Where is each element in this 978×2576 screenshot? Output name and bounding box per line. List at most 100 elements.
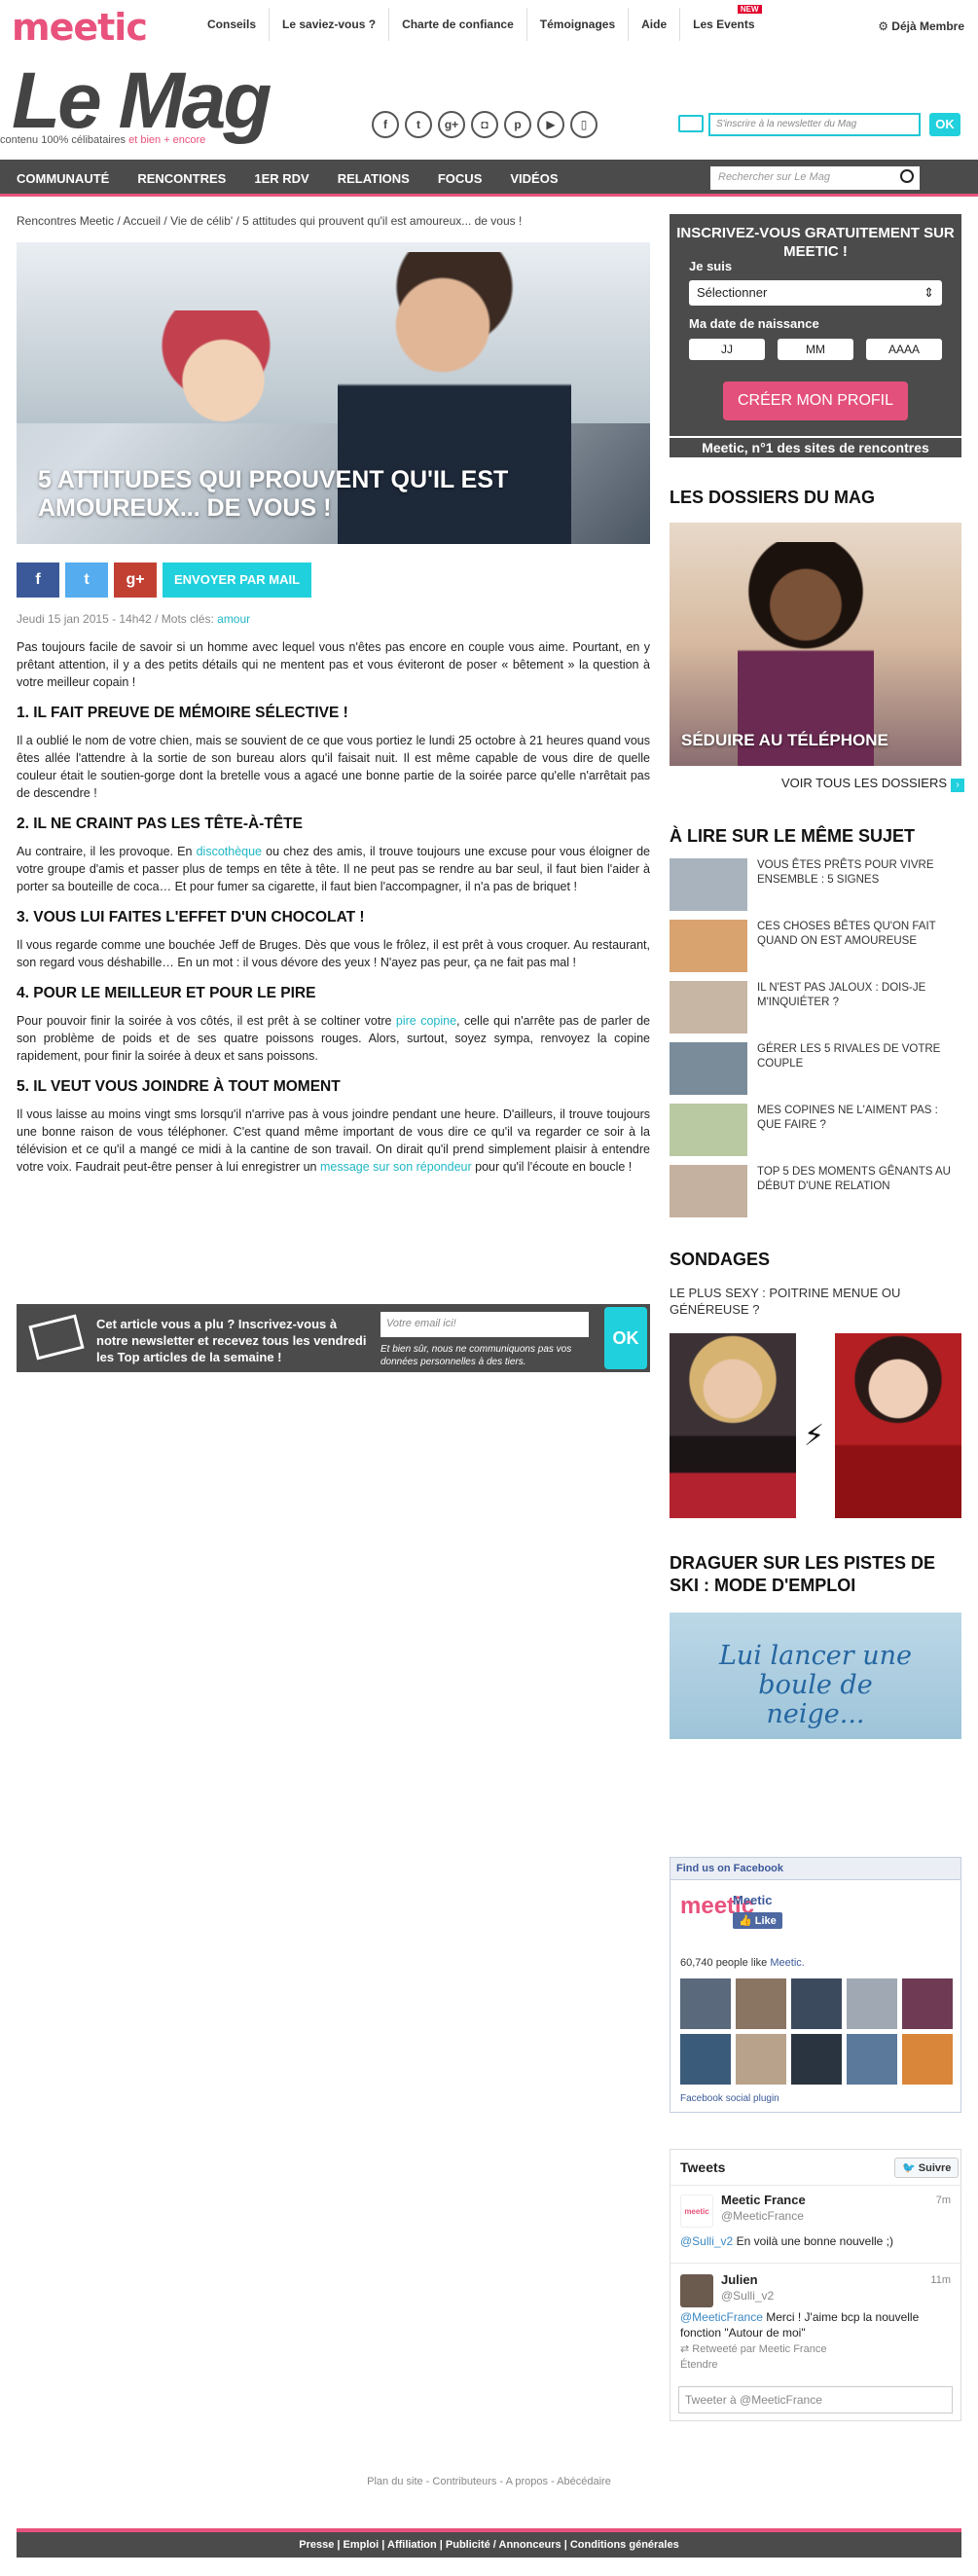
tweet2-retweet: ⇄ Retweeté par Meetic France: [680, 2342, 826, 2355]
share-facebook-icon[interactable]: f: [17, 562, 59, 598]
topnav-aide[interactable]: Aide: [628, 8, 679, 41]
envelope-icon: [678, 115, 704, 132]
repondeur-link[interactable]: message sur son répondeur: [320, 1160, 472, 1174]
section-text-5: Il vous laisse au moins vingt sms lorsqu…: [17, 1106, 650, 1176]
nav-rencontres[interactable]: RENCONTRES: [137, 160, 240, 186]
birth-month-input[interactable]: MM: [778, 339, 853, 360]
section-text-2a: Au contraire, il les provoque. En: [17, 845, 193, 858]
list-item[interactable]: TOP 5 DES MOMENTS GÊNANTS AU DÉBUT D'UNE…: [670, 1165, 961, 1226]
related-thumb: [670, 1042, 747, 1095]
poll-option-b-image[interactable]: [835, 1333, 961, 1518]
ski-image-text: Lui lancer une boule de neige...: [718, 1641, 912, 1729]
twitter-bird-icon: 🐦: [902, 2162, 919, 2174]
tweet1-time[interactable]: 7m: [936, 2195, 951, 2206]
member-login-link[interactable]: ⚙ Déjà Membre: [878, 19, 964, 33]
lemag-logo[interactable]: Le Mag: [12, 61, 272, 141]
ski-image[interactable]: Lui lancer une boule de neige...: [670, 1613, 961, 1739]
top-nav: Conseils Le saviez-vous ? Charte de conf…: [195, 5, 768, 41]
fan-avatar[interactable]: [736, 1978, 786, 2029]
youtube-icon[interactable]: ▶: [537, 111, 564, 138]
list-item[interactable]: IL N'EST PAS JALOUX : DOIS-JE M'INQUIÉTE…: [670, 981, 961, 1042]
newsletter-ok-button[interactable]: OK: [929, 113, 960, 136]
julien-avatar[interactable]: [680, 2274, 713, 2307]
list-item[interactable]: CES CHOSES BÊTES QU'ON FAIT QUAND ON EST…: [670, 920, 961, 981]
facebook-like-button[interactable]: 👍 Like: [733, 1912, 782, 1929]
create-profile-button[interactable]: CRÉER MON PROFIL: [723, 381, 908, 420]
fan-avatar[interactable]: [791, 1978, 842, 2029]
birthdate-label: Ma date de naissance: [689, 316, 819, 331]
tweet2-mention[interactable]: @MeeticFrance: [680, 2310, 763, 2324]
topnav-events[interactable]: Les Events NEW: [679, 5, 767, 41]
twitter-icon[interactable]: t: [405, 111, 432, 138]
share-google-plus-icon[interactable]: g+: [114, 562, 157, 598]
mobile-icon[interactable]: ▯: [570, 111, 598, 138]
list-item[interactable]: GÉRER LES 5 RIVALES DE VOTRE COUPLE: [670, 1042, 961, 1104]
share-mail-button[interactable]: ENVOYER PAR MAIL: [163, 562, 312, 598]
twitter-follow-button[interactable]: 🐦 Suivre: [894, 2158, 960, 2178]
nav-communaute[interactable]: COMMUNAUTÉ: [17, 160, 124, 186]
search-icon[interactable]: [900, 169, 914, 183]
google-plus-icon[interactable]: g+: [438, 111, 465, 138]
meetic-avatar[interactable]: meetic: [680, 2195, 713, 2228]
footer-bar[interactable]: Presse | Emploi | Affiliation | Publicit…: [17, 2528, 961, 2558]
nav-relations[interactable]: RELATIONS: [338, 160, 424, 186]
topnav-temoignages[interactable]: Témoignages: [525, 8, 628, 41]
fan-avatar[interactable]: [736, 2034, 786, 2085]
pire-copine-link[interactable]: pire copine: [396, 1014, 456, 1028]
tweet1-mention[interactable]: @Sulli_v2: [680, 2234, 733, 2248]
related-title: VOUS ÊTES PRÊTS POUR VIVRE ENSEMBLE : 5 …: [757, 859, 934, 886]
facebook-count-link[interactable]: Meetic.: [770, 1957, 804, 1969]
section-heading-5: 5. IL VEUT VOUS JOINDRE À TOUT MOMENT: [17, 1078, 341, 1095]
nav-focus[interactable]: FOCUS: [438, 160, 497, 186]
breadcrumb[interactable]: Rencontres Meetic / Accueil / Vie de cél…: [17, 214, 522, 228]
facebook-plugin-footer[interactable]: Facebook social plugin: [680, 2093, 779, 2104]
list-item[interactable]: MES COPINES NE L'AIMENT PAS : QUE FAIRE …: [670, 1104, 961, 1165]
facebook-icon[interactable]: f: [372, 111, 399, 138]
related-list: VOUS ÊTES PRÊTS POUR VIVRE ENSEMBLE : 5 …: [670, 858, 961, 1226]
dossier-image[interactable]: SÉDUIRE AU TÉLÉPHONE: [670, 523, 961, 766]
fan-avatar[interactable]: [902, 1978, 953, 2029]
poll-option-a-image[interactable]: [670, 1333, 796, 1518]
nav-1er-rdv[interactable]: 1ER RDV: [254, 160, 323, 186]
main-nav: COMMUNAUTÉ RENCONTRES 1ER RDV RELATIONS …: [0, 160, 978, 197]
fan-avatar[interactable]: [680, 2034, 731, 2085]
gender-select[interactable]: Sélectionner ⇕: [689, 280, 942, 306]
tweet2-handle[interactable]: @Sulli_v2: [721, 2289, 774, 2303]
site-search-input[interactable]: Rechercher sur Le Mag: [710, 166, 920, 190]
fan-avatar[interactable]: [680, 1978, 731, 2029]
tweet1-handle[interactable]: @MeeticFrance: [721, 2209, 804, 2223]
facebook-page-name[interactable]: Meetic: [733, 1893, 772, 1907]
fan-avatar[interactable]: [847, 2034, 897, 2085]
instagram-icon[interactable]: ◘: [471, 111, 498, 138]
fan-avatar[interactable]: [791, 2034, 842, 2085]
nav-videos[interactable]: VIDÉOS: [510, 160, 572, 186]
newsletter-email-input[interactable]: Votre email ici!: [380, 1312, 589, 1337]
newsletter-input[interactable]: S'inscrire à la newsletter du Mag: [708, 113, 921, 136]
facebook-like-count: 60,740 people like Meetic.: [680, 1957, 805, 1969]
meetic-logo[interactable]: meetic: [12, 6, 148, 49]
birth-year-input[interactable]: AAAA: [866, 339, 942, 360]
topnav-charte[interactable]: Charte de confiance: [388, 8, 526, 41]
share-twitter-icon[interactable]: t: [65, 562, 108, 598]
tweet-compose-input[interactable]: Tweeter à @MeeticFrance: [678, 2386, 953, 2413]
tweet1-author[interactable]: Meetic France: [721, 2193, 806, 2207]
birth-day-input[interactable]: JJ: [689, 339, 765, 360]
tweet2-expand[interactable]: Étendre: [680, 2359, 718, 2371]
article-date: Jeudi 15 jan 2015 - 14h42 / Mots clés:: [17, 612, 214, 626]
keyword-link[interactable]: amour: [217, 612, 250, 626]
topnav-conseils[interactable]: Conseils: [195, 8, 269, 41]
topnav-saviez-vous[interactable]: Le saviez-vous ?: [269, 8, 388, 41]
sondage-question: LE PLUS SEXY : POITRINE MENUE OU GÉNÉREU…: [670, 1286, 901, 1317]
tweet2-author[interactable]: Julien: [721, 2272, 758, 2287]
footer-links[interactable]: Plan du site - Contributeurs - A propos …: [0, 2476, 978, 2487]
fan-avatar[interactable]: [847, 1978, 897, 2029]
pinterest-icon[interactable]: p: [504, 111, 531, 138]
facebook-widget-header: Find us on Facebook: [670, 1858, 960, 1880]
fan-avatar[interactable]: [902, 2034, 953, 2085]
voir-tous-dossiers-link[interactable]: VOIR TOUS LES DOSSIERS ›: [781, 776, 965, 792]
tweet2-time[interactable]: 11m: [930, 2274, 951, 2286]
discotheque-link[interactable]: discothèque: [197, 845, 262, 858]
newsletter-box-ok-button[interactable]: OK: [604, 1307, 647, 1369]
newsletter-box: Cet article vous a plu ? Inscrivez-vous …: [17, 1304, 650, 1372]
list-item[interactable]: VOUS ÊTES PRÊTS POUR VIVRE ENSEMBLE : 5 …: [670, 858, 961, 920]
